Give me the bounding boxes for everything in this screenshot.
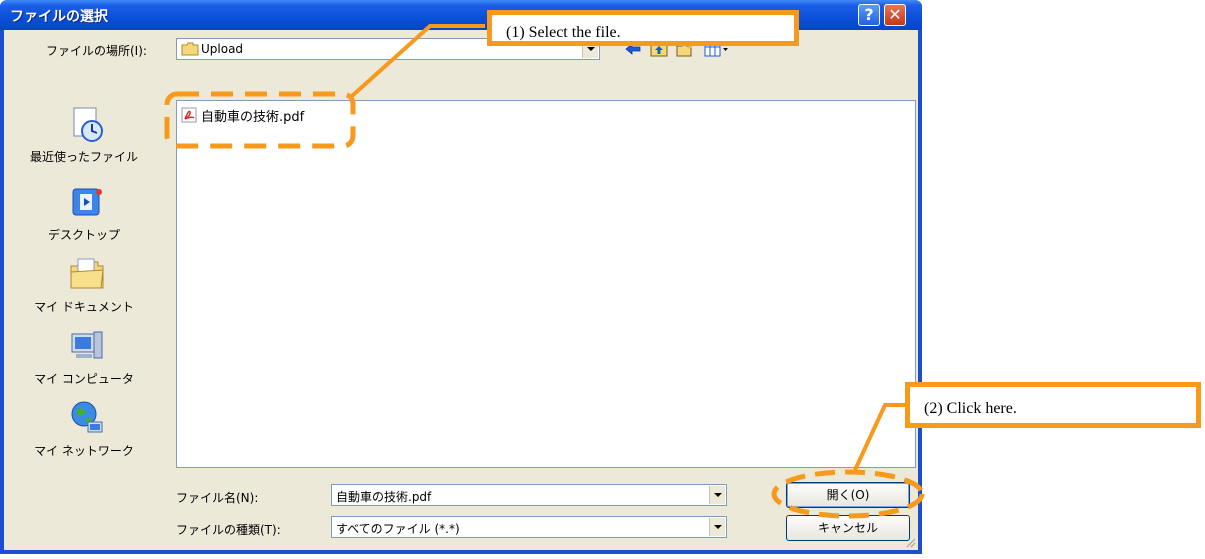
open-button-highlight: [771, 469, 925, 519]
annotation-overlay: [164, 24, 925, 519]
file-highlight: [164, 91, 356, 149]
step2-callout: (2) Click here.: [905, 382, 1201, 428]
step2-leader-line: [853, 403, 908, 471]
step1-callout: (1) Select the file.: [487, 10, 799, 46]
step1-text: (1) Select the file.: [506, 24, 621, 41]
step1-leader-line: [350, 24, 485, 98]
step2-text: (2) Click here.: [924, 400, 1017, 417]
